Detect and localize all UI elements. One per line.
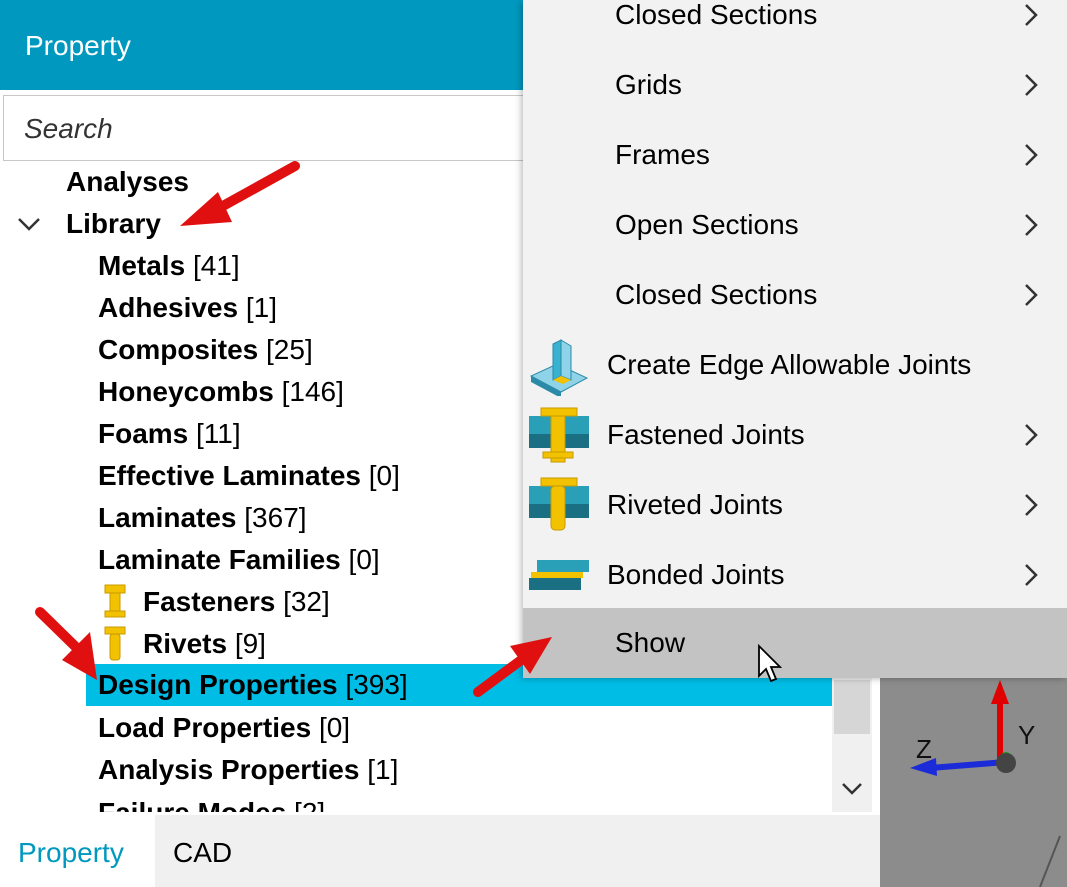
tree-item-foams[interactable]: Foams [11] [98,413,241,455]
tree-item-count: [1] [367,754,399,785]
mouse-cursor-icon [758,644,783,683]
menu-item-riveted-joints[interactable]: Riveted Joints [523,470,1067,540]
tree-item-label: Load Properties [98,712,312,743]
riveted-joint-icon [529,477,589,531]
tree-item-label: Library [66,208,161,239]
tree-item-fasteners[interactable]: Fasteners [32] [101,581,330,623]
chevron-down-icon[interactable] [16,211,42,237]
tree-item-label: Fasteners [143,586,276,617]
tree-item-load-properties[interactable]: Load Properties [0] [98,707,350,749]
menu-item-fastened-joints[interactable]: Fastened Joints [523,400,1067,470]
tree-item-label: Rivets [143,628,228,659]
tree-item-label: Composites [98,334,259,365]
tree-item-label: Analysis Properties [98,754,360,785]
tree-item-label: Design Properties [98,669,338,700]
fastener-icon [104,584,126,618]
menu-item-label: Create Edge Allowable Joints [607,349,972,380]
tree-item-count: [146] [281,376,344,407]
search-input[interactable]: Search [3,95,543,161]
menu-item-label: Fastened Joints [607,419,805,450]
tree-item-count: [32] [283,586,330,617]
tree-item-count: [367] [244,502,307,533]
tree-item-adhesives[interactable]: Adhesives [1] [98,287,277,329]
tree-item-laminates[interactable]: Laminates [367] [98,497,307,539]
tree-item-count: [0] [348,544,380,575]
tree-item-analysis-properties[interactable]: Analysis Properties [1] [98,749,398,791]
menu-item-label: Frames [615,139,710,170]
menu-item-create-edge-allowable-joints[interactable]: Create Edge Allowable Joints [523,330,1067,400]
menu-item-label: Grids [615,69,682,100]
tree-item-library[interactable]: Library [66,203,161,245]
tree-item-label: Laminates [98,502,237,533]
menu-item-label: Closed Sections [615,0,818,30]
chevron-right-icon [1025,74,1038,96]
chevron-right-icon [1025,284,1038,306]
tree-item-effective-laminates[interactable]: Effective Laminates [0] [98,455,400,497]
tree-item-count: [41] [192,250,240,281]
tab-cad[interactable]: CAD [157,815,307,887]
y-axis-label: Y [1018,720,1036,750]
context-menu: Closed Sections Grids Frames Open Sectio… [523,0,1067,678]
tree-item-metals[interactable]: Metals [41] [98,245,240,287]
menu-item-label: Closed Sections [615,279,818,310]
menu-item-frames[interactable]: Frames [523,120,1067,190]
tree-item-label: Effective Laminates [98,460,361,491]
tree-item-label: Honeycombs [98,376,274,407]
tree-item-composites[interactable]: Composites [25] [98,329,313,371]
chevron-right-icon [1025,494,1038,516]
tree-item-count: [0] [368,460,400,491]
chevron-right-icon [1025,564,1038,586]
menu-item-label: Open Sections [615,209,799,240]
tree-item-count: [9] [234,628,266,659]
tree-item-rivets[interactable]: Rivets [9] [101,623,266,665]
tree-item-label: Analyses [66,166,189,197]
chevron-down-icon[interactable] [838,775,866,803]
z-axis-label: Z [916,734,932,764]
menu-item-open-sections[interactable]: Open Sections [523,190,1067,260]
menu-item-bonded-joints[interactable]: Bonded Joints [523,540,1067,610]
chevron-right-icon [1025,144,1038,166]
tree-item-analyses[interactable]: Analyses [66,161,189,203]
tree-item-label: Adhesives [98,292,239,323]
menu-item-label: Riveted Joints [607,489,783,520]
tree-item-count: [1] [245,292,277,323]
tree-item-label: Failure Modes [98,797,286,812]
chevron-right-icon [1025,214,1038,236]
chevron-right-icon [1025,4,1038,26]
menu-item-closed-sections[interactable]: Closed Sections [523,260,1067,330]
tab-property[interactable]: Property [0,815,155,887]
bonded-joint-icon [529,560,589,590]
axis-triad [910,680,1061,887]
menu-item-label: Bonded Joints [607,559,785,590]
menu-item-closed-sections-top[interactable]: Closed Sections [523,0,1067,50]
tree-item-laminate-families[interactable]: Laminate Families [0] [98,539,380,581]
tree-item-count: [25] [266,334,313,365]
edge-joint-icon [529,339,589,396]
tree-item-failure-modes[interactable]: Failure Modes [2] [98,792,325,812]
menu-item-grids[interactable]: Grids [523,50,1067,120]
scrollbar-thumb[interactable] [834,680,870,734]
tree-item-honeycombs[interactable]: Honeycombs [146] [98,371,344,413]
tree-item-count: [393] [345,669,408,700]
menu-item-label: Show [615,627,686,658]
tree-item-count: [2] [294,797,325,812]
chevron-right-icon [1025,424,1038,446]
tree-item-count: [0] [318,712,351,743]
tree-item-label: Metals [98,250,186,281]
fastened-joint-icon [529,407,589,463]
tree-item-count: [11] [196,418,241,449]
tree-item-label: Foams [98,418,189,449]
rivet-icon [104,626,126,661]
tree-item-label: Laminate Families [98,544,341,575]
tree-item-failure-modes-clip: Failure Modes [2] [98,792,518,812]
menu-item-show[interactable]: Show [523,608,1067,678]
panel-title: Property [0,0,523,90]
